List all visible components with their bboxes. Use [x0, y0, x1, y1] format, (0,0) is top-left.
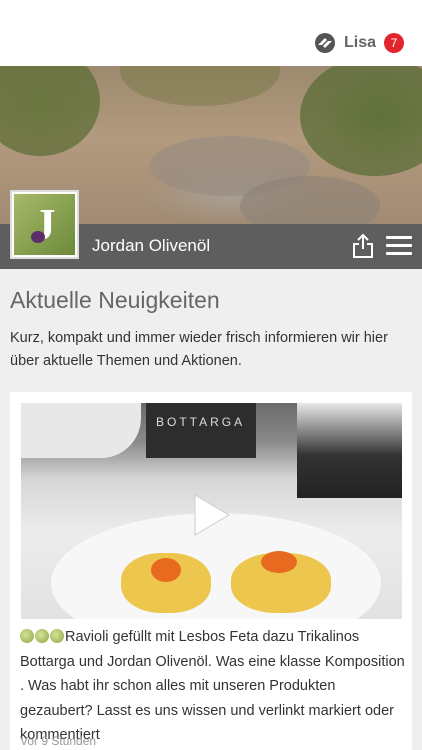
post-timestamp: Vor 9 Stunden	[20, 734, 97, 748]
notification-badge[interactable]: 7	[384, 33, 404, 53]
intro-text: Kurz, kompakt und immer wieder frisch in…	[10, 330, 388, 369]
bottarga-topping	[151, 558, 181, 582]
page-title: Aktuelle Neuigkeiten	[10, 287, 220, 313]
caption-text: Ravioli gefüllt mit Lesbos Feta dazu Tri…	[20, 629, 405, 743]
user-name: Lisa	[343, 34, 376, 51]
app-swirl-icon	[314, 33, 335, 53]
product-box	[297, 403, 402, 498]
post-caption: Ravioli gefüllt mit Lesbos Feta dazu Tri…	[20, 625, 410, 748]
olive-emoji-icon	[50, 629, 64, 643]
olive-emoji-icon	[35, 629, 49, 643]
olive-emoji-icon	[20, 629, 34, 643]
share-icon[interactable]	[352, 233, 374, 259]
bottarga-package: BOTTARGA	[146, 403, 256, 458]
user-menu[interactable]: Lisa 7	[314, 32, 404, 54]
company-name: Jordan Olivenöl	[92, 236, 211, 255]
package-label: BOTTARGA	[156, 415, 246, 429]
play-icon[interactable]	[193, 493, 231, 537]
company-logo: J	[10, 190, 79, 259]
news-post-card[interactable]: BOTTARGA Ravioli gefüllt mit Lesbos Feta…	[10, 392, 412, 750]
top-bar: Lisa 7	[0, 0, 422, 66]
olive-icon	[31, 231, 45, 243]
video-thumbnail[interactable]: BOTTARGA	[21, 403, 402, 619]
bottarga-topping	[261, 551, 297, 573]
oil-bottle	[21, 403, 141, 458]
hamburger-menu-icon[interactable]	[386, 236, 412, 256]
